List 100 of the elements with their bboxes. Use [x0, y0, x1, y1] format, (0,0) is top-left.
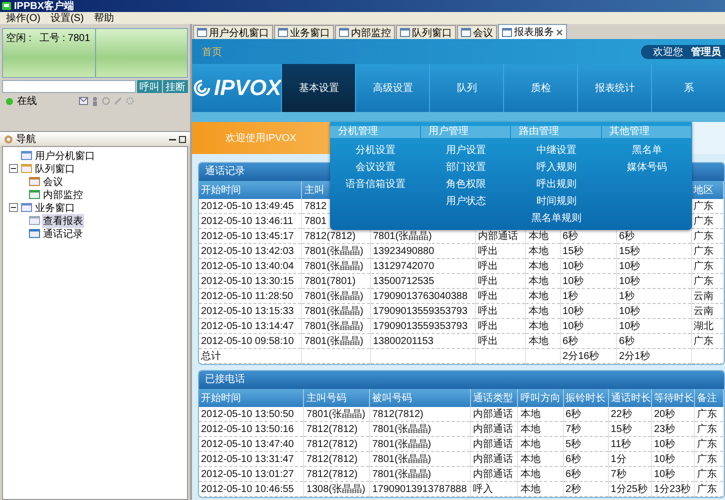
table-cell-text: 广东 [697, 468, 718, 481]
tab[interactable]: 内部监控 [335, 25, 395, 39]
table-cell: 7812(7812) [306, 438, 358, 450]
tab[interactable]: 业务窗口 [274, 25, 334, 39]
table-cell-text: 7801(张晶晶) [372, 230, 432, 243]
table-cell-text: 本地 [528, 260, 548, 273]
table-cell-text: 本地 [528, 274, 548, 288]
table-cell: 17909013913787888 [372, 484, 467, 494]
table-cell-text: 本地 [528, 334, 548, 348]
column-header: 地区 [694, 184, 714, 197]
menu-item[interactable]: 操作(O) [6, 11, 40, 25]
table-cell-text: 云南 [694, 290, 714, 303]
tree-item[interactable]: 会议 [42, 174, 64, 188]
dial-button[interactable]: 呼叫 [137, 80, 162, 93]
table-cell: 7812(7812) [304, 230, 356, 242]
agent-status: 空闲 : [6, 32, 32, 45]
table-cell: 2012-05-10 13:45:17 [201, 230, 294, 242]
menu-item[interactable]: 黑名单 [632, 142, 662, 159]
menu-group-title: 分机管理 [330, 126, 420, 138]
tree-item[interactable]: 通话记录 [42, 226, 84, 240]
table-cell: 7812 [304, 200, 327, 212]
table-cell-text: 广东 [694, 214, 714, 228]
logo-text: IPVOX [214, 75, 282, 101]
menu-item[interactable]: 用户状态 [446, 193, 486, 210]
table-cell: 13129742070 [372, 260, 434, 272]
person-icon [92, 96, 98, 106]
column-header: 开始时间 [201, 392, 241, 405]
table-cell-text: 广东 [697, 438, 718, 451]
table-cell-text: 6秒 [562, 230, 578, 243]
menu-item[interactable]: 时间规则 [536, 193, 576, 210]
tab[interactable]: 会议 [457, 25, 497, 39]
table-cell-text: 20秒 [654, 408, 676, 421]
table-cell-text: 7801(张晶晶) [372, 452, 432, 466]
menu-item[interactable]: 帮助 [94, 11, 114, 25]
tree-item[interactable]: 队列窗口 [34, 162, 76, 176]
table-cell-text: 广东 [697, 452, 718, 466]
tree-item[interactable]: 业务窗口 [34, 200, 76, 214]
menu-item[interactable]: 分机设置 [355, 142, 396, 159]
table-cell-text: 广东 [694, 200, 714, 213]
table-cell-text: 6秒 [566, 408, 582, 421]
table-cell-text: 6秒 [566, 468, 582, 481]
menu-item[interactable]: 用户设置 [446, 142, 486, 159]
nav-item[interactable]: 基本设置 [281, 64, 356, 112]
table-cell-text: 本地 [528, 320, 548, 333]
table-cell: 2012-05-10 13:47:40 [201, 438, 294, 450]
tree-item[interactable]: 内部监控 [42, 188, 84, 202]
table-cell-text: 总计 [201, 350, 221, 363]
close-icon[interactable] [556, 28, 563, 36]
table-cell-text: 1秒 [619, 290, 635, 303]
table-cell-text: 本地 [528, 290, 548, 303]
table-cell: 2012-05-10 13:42:03 [201, 246, 294, 256]
table-cell-text: 2秒 [566, 482, 582, 496]
tab[interactable]: 用户分机窗口 [193, 25, 273, 39]
table-cell: 2012-05-10 13:14:47 [201, 320, 294, 332]
menu-item[interactable]: 设置(S) [50, 11, 84, 25]
tab[interactable]: 报表服务 [498, 24, 567, 39]
table-cell-text: 7801(张晶晶) [372, 468, 432, 481]
table-cell-text: 10秒 [654, 452, 676, 466]
tree-item[interactable]: 用户分机窗口 [34, 148, 96, 162]
panel-title: 导航 [16, 132, 36, 146]
logo-swirl-icon [192, 78, 212, 98]
table-cell-text: 内部通话 [472, 452, 513, 466]
table-cell-text: 内部通话 [472, 468, 513, 481]
table-cell-text: 1分23秒 [654, 482, 691, 496]
dial-field[interactable] [2, 80, 136, 93]
window-icon [502, 28, 512, 36]
circle-icon [102, 96, 110, 104]
table-title: 已接电话 [199, 371, 724, 389]
table-cell: 17909013559353793 [372, 306, 468, 316]
table-cell-text: 本地 [520, 438, 540, 451]
table-cell-text: 广东 [697, 422, 718, 436]
table-cell-text: 6秒 [566, 452, 582, 466]
table-cell: 7812(7812) [306, 454, 358, 464]
table-cell-text: 15秒 [610, 422, 632, 436]
table-cell: 7812(7812) [306, 424, 358, 434]
table-cell-text: 本地 [528, 244, 548, 258]
table-cell-text: 10秒 [654, 438, 676, 451]
table-cell: 2012-05-10 13:50:16 [201, 424, 294, 434]
pen-icon [114, 96, 122, 104]
tab[interactable]: 队列窗口 [396, 25, 456, 39]
table-cell: 7801 [304, 216, 327, 226]
table-cell-text: 广东 [697, 408, 718, 421]
dial-button[interactable]: 挂断 [163, 80, 188, 93]
table-cell-text: 7801(张晶晶) [304, 320, 364, 333]
table-cell-text: 广东 [694, 260, 714, 273]
window-icon [29, 229, 40, 238]
tree-item[interactable]: 查看报表 [42, 214, 84, 228]
table-cell-text: 本地 [520, 468, 540, 481]
table-cell: 13500712535 [372, 276, 434, 286]
menu-item[interactable]: 中继设置 [536, 142, 576, 159]
window-icon [400, 28, 410, 37]
gear-icon [126, 96, 134, 104]
table-cell: 2012-05-10 09:58:10 [201, 336, 294, 346]
table-cell-text: 内部通话 [478, 230, 518, 243]
table-cell: 7801(7801) [304, 276, 356, 286]
column-header: 通话时长 [610, 392, 651, 405]
table-cell-text: 呼出 [478, 244, 498, 258]
menu-item[interactable]: 黑名单规则 [531, 210, 582, 227]
column-header: 被叫号码 [372, 392, 412, 405]
table-cell-text: 7801(张晶晶) [304, 244, 364, 258]
